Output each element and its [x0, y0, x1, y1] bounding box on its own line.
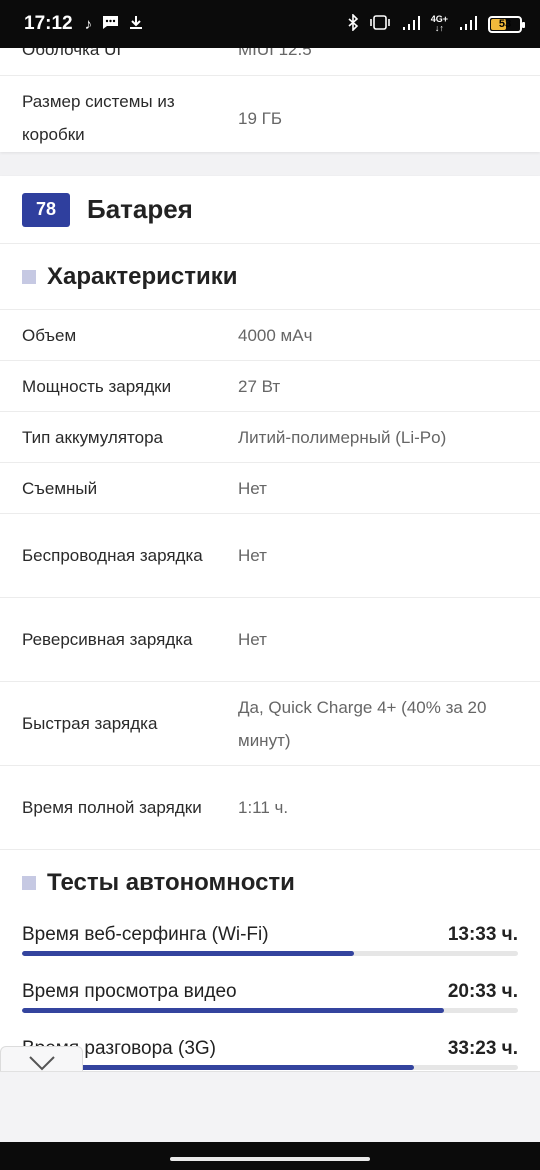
test-progress-bar — [22, 1065, 518, 1070]
spec-row-fast-charging: Быстрая зарядка Да, Quick Charge 4+ (40%… — [0, 682, 540, 766]
battery-icon: 53 — [488, 15, 525, 33]
spec-label: Съемный — [22, 478, 98, 498]
spec-row-capacity: Объем 4000 мАч — [0, 310, 540, 361]
spec-label: Быстрая зарядка — [22, 714, 158, 733]
spec-row-removable: Съемный Нет — [0, 463, 540, 514]
signal-icon — [401, 15, 421, 34]
battery-title: Батарея — [87, 194, 193, 224]
signal-icon — [458, 15, 478, 34]
spec-value: Да, Quick Charge 4+ (40% за 20 минут) — [238, 697, 487, 750]
test-label: Время просмотра видео — [22, 981, 237, 1002]
test-progress-fill — [22, 1008, 444, 1013]
battery-spec-list: Объем 4000 мАч Мощность зарядки 27 Вт Ти… — [0, 310, 540, 850]
spec-label: Реверсивная зарядка — [22, 630, 193, 649]
download-icon — [129, 15, 143, 33]
spec-value: Литий-полимерный (Li-Po) — [238, 427, 447, 447]
spec-label: Размер системы из коробки — [22, 92, 175, 144]
spec-value: 19 ГБ — [238, 108, 282, 128]
spec-value: Нет — [238, 630, 267, 649]
chevron-down-icon — [28, 1055, 55, 1070]
spec-row-reverse-charging: Реверсивная зарядка Нет — [0, 598, 540, 682]
bluetooth-icon — [348, 13, 359, 34]
spec-value: Нет — [238, 546, 267, 565]
specs-card-previous: Оболочка UI MIUI 12.5 Размер системы из … — [0, 48, 540, 152]
test-value: 13:33 ч. — [447, 924, 518, 945]
status-bar: 17:12 ♪ 4G+ ↓↑ 53 — [0, 0, 540, 48]
test-label: Время веб-серфинга (Wi-Fi) — [22, 924, 269, 945]
network-type: 4G+ ↓↑ — [430, 14, 448, 33]
tests-section-title: Тесты автономности — [47, 869, 295, 896]
battery-score-badge: 78 — [22, 192, 70, 227]
battery-level: 53 — [498, 18, 512, 30]
square-bullet-icon — [22, 876, 36, 890]
test-value: 33:23 ч. — [447, 1038, 518, 1059]
spec-row: Оболочка UI MIUI 12.5 — [0, 48, 540, 76]
spec-row: Размер системы из коробки 19 ГБ — [0, 76, 540, 160]
test-progress-bar — [22, 951, 518, 956]
spec-row-full-charge-time: Время полной зарядки 1:11 ч. — [0, 766, 540, 850]
spec-label: Оболочка UI — [22, 48, 122, 59]
spec-value: 4000 мАч — [238, 325, 313, 345]
spec-label: Объем — [22, 325, 77, 345]
home-gesture-handle[interactable] — [170, 1157, 370, 1161]
status-time: 17:12 — [24, 13, 73, 34]
test-progress-bar — [22, 1008, 518, 1013]
tiktok-icon: ♪ — [84, 15, 93, 33]
spec-row-wireless-charging: Беспроводная зарядка Нет — [0, 514, 540, 598]
battery-header: 78 Батарея — [0, 176, 540, 244]
spec-row-battery-type: Тип аккумулятора Литий-полимерный (Li-Po… — [0, 412, 540, 463]
spec-label: Время полной зарядки — [22, 798, 202, 817]
spec-value: 1:11 ч. — [238, 798, 289, 817]
battery-card: 78 Батарея Характеристики Объем 4000 мАч… — [0, 176, 540, 1142]
spec-label: Тип аккумулятора — [22, 427, 163, 447]
status-left-icons: ♪ — [85, 15, 144, 33]
specs-section-title: Характеристики — [47, 262, 238, 290]
bottom-panel — [0, 1071, 540, 1142]
status-right-icons: 4G+ ↓↑ 53 — [348, 13, 525, 34]
test-item-web: Время веб-серфинга (Wi-Fi) 13:33 ч. — [22, 916, 518, 973]
specs-section-header: Характеристики — [0, 244, 540, 310]
spec-label: Мощность зарядки — [22, 376, 172, 396]
tests-section-header: Тесты автономности — [0, 850, 540, 916]
test-value: 20:33 ч. — [447, 981, 518, 1002]
spec-value: MIUI 12.5 — [238, 48, 312, 59]
vibrate-icon — [369, 15, 391, 33]
message-icon — [102, 15, 119, 33]
spec-row-charging-power: Мощность зарядки 27 Вт — [0, 361, 540, 412]
spec-label: Беспроводная зарядка — [22, 546, 203, 565]
page-content[interactable]: Оболочка UI MIUI 12.5 Размер системы из … — [0, 48, 540, 1142]
square-bullet-icon — [22, 269, 36, 284]
navigation-bar — [0, 1142, 540, 1170]
test-item-video: Время просмотра видео 20:33 ч. — [22, 973, 518, 1030]
spec-value: 27 Вт — [238, 376, 281, 396]
spec-value: Нет — [238, 478, 267, 498]
test-progress-fill — [22, 951, 355, 956]
